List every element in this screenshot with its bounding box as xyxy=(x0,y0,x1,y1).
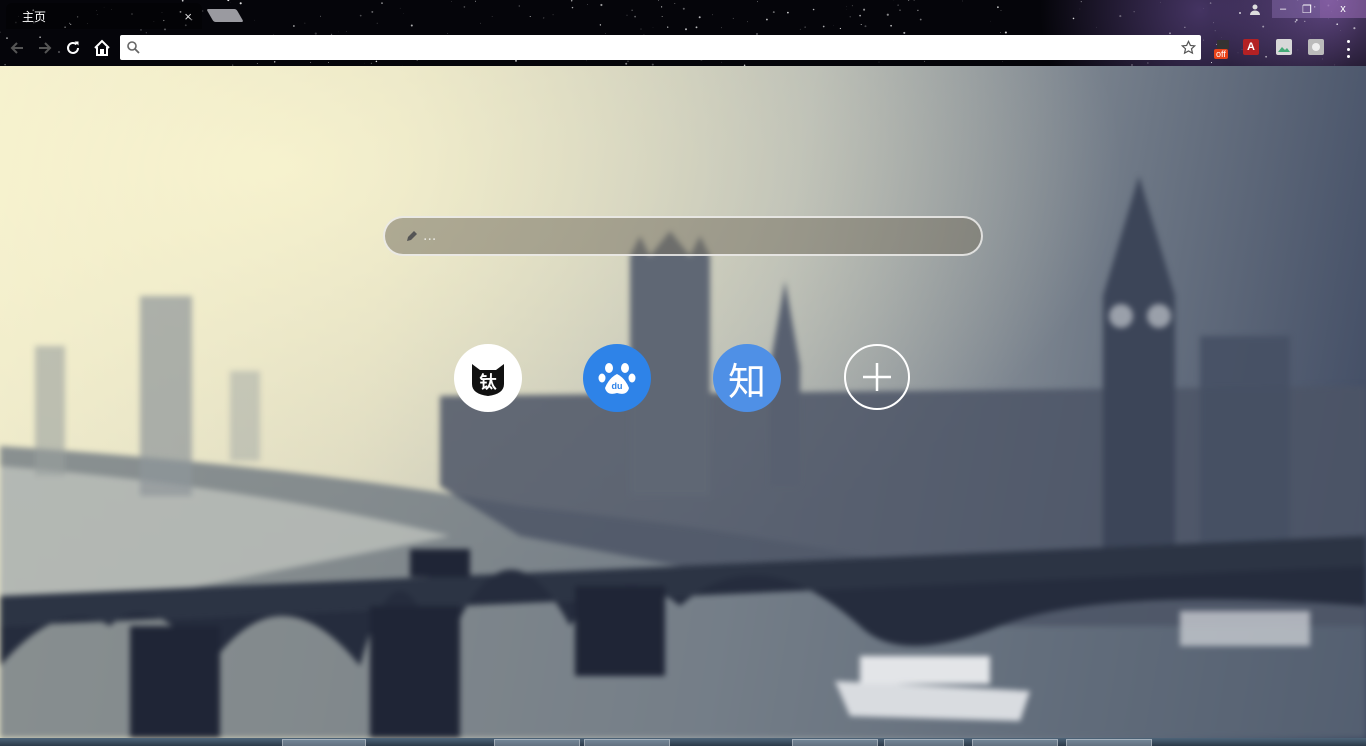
titanium-cat-icon: 钛 xyxy=(468,358,508,398)
baidu-paw-icon: du xyxy=(598,363,636,394)
taskbar-item[interactable] xyxy=(972,739,1058,746)
shortcut-zhihu[interactable]: 知 xyxy=(713,344,781,412)
bookmark-star-icon[interactable] xyxy=(1175,40,1201,55)
browser-toolbar: off A xyxy=(0,32,1366,62)
pencil-icon xyxy=(405,229,419,243)
browser-menu-icon[interactable] xyxy=(1340,40,1356,58)
zhihu-icon: 知 xyxy=(727,359,766,404)
address-input[interactable] xyxy=(146,37,1175,58)
profile-icon[interactable] xyxy=(1244,0,1266,18)
tab-title: 主页 xyxy=(22,9,47,24)
off-badge: off xyxy=(1214,49,1228,59)
new-tab-button[interactable] xyxy=(206,9,244,22)
reload-icon[interactable] xyxy=(62,37,84,59)
os-taskbar xyxy=(0,738,1366,746)
search-icon xyxy=(120,41,146,54)
shortcut-tiles: 钛 du 知 xyxy=(0,344,1366,414)
shortcut-titanium[interactable]: 钛 xyxy=(454,344,522,412)
back-arrow-icon[interactable] xyxy=(6,37,28,59)
extension-image-icon[interactable] xyxy=(1276,39,1292,55)
taskbar-item[interactable] xyxy=(1066,739,1152,746)
taskbar-item[interactable] xyxy=(584,739,670,746)
taskbar-item[interactable] xyxy=(792,739,878,746)
baidu-du-label: du xyxy=(612,381,623,391)
extension-off-icon[interactable]: off xyxy=(1214,39,1232,59)
newtab-search-bar[interactable] xyxy=(383,216,983,256)
newtab-search-input[interactable] xyxy=(423,227,981,245)
taskbar-item[interactable] xyxy=(494,739,580,746)
tab-home[interactable]: 主页 × xyxy=(6,3,202,29)
taskbar-item[interactable] xyxy=(282,739,366,746)
add-shortcut-button[interactable] xyxy=(844,344,910,410)
forward-arrow-icon[interactable] xyxy=(34,37,56,59)
browser-chrome: 主页 × – ❐ x off A xyxy=(0,0,1366,66)
shortcut-titanium-label: 钛 xyxy=(479,373,497,392)
tab-close-icon[interactable]: × xyxy=(184,9,192,24)
minimize-button[interactable]: – xyxy=(1272,0,1294,18)
home-icon[interactable] xyxy=(91,37,113,59)
address-bar[interactable] xyxy=(120,35,1201,60)
extension-a-icon[interactable]: A xyxy=(1243,39,1259,55)
maximize-button[interactable]: ❐ xyxy=(1294,0,1320,18)
shortcut-baidu[interactable]: du xyxy=(583,344,651,412)
new-tab-page: 钛 du 知 xyxy=(0,66,1366,738)
close-window-button[interactable]: x xyxy=(1320,0,1366,18)
add-icon xyxy=(863,363,891,391)
tab-strip: 主页 × – ❐ x xyxy=(0,0,1366,30)
taskbar-item[interactable] xyxy=(884,739,964,746)
window-controls: – ❐ x xyxy=(1244,0,1366,18)
extension-gray-icon[interactable] xyxy=(1308,39,1324,55)
